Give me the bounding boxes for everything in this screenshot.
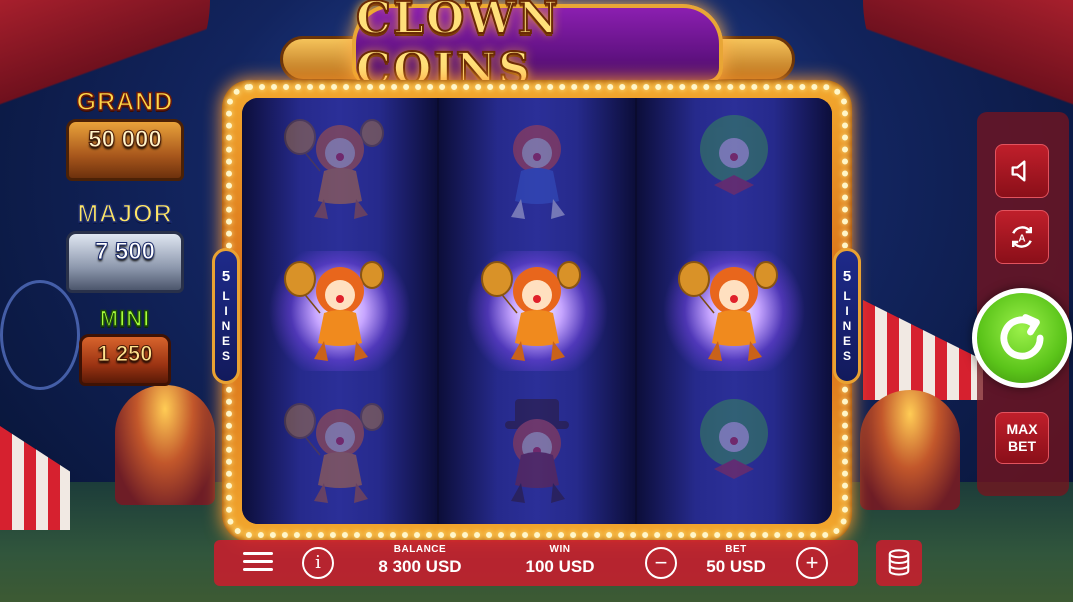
clown-top-hat-symbol bbox=[504, 399, 569, 503]
clown-green-hair-symbol bbox=[700, 115, 769, 195]
autoplay-icon: A bbox=[1012, 226, 1032, 248]
bet-label: BET bbox=[725, 544, 747, 555]
reel-column bbox=[242, 98, 440, 524]
reel-cell bbox=[637, 98, 832, 240]
menu-icon-line bbox=[243, 560, 273, 563]
menu-icon-line bbox=[243, 552, 273, 555]
paylines-word: LINES bbox=[840, 289, 854, 364]
clown-balloon-symbol bbox=[678, 261, 779, 361]
circus-tent-right bbox=[863, 300, 983, 400]
info-icon: i bbox=[315, 552, 321, 573]
reel-cell bbox=[439, 98, 634, 240]
spin-icon bbox=[1000, 314, 1044, 360]
circus-tent-left bbox=[0, 426, 70, 530]
reel-cell bbox=[242, 98, 437, 240]
jackpot-major-label: MAJOR bbox=[77, 199, 173, 229]
clown-balloon-symbol bbox=[283, 403, 384, 503]
plus-icon: + bbox=[805, 550, 819, 575]
paylines-count: 5 bbox=[842, 268, 852, 285]
win-value: 100 USD bbox=[525, 557, 595, 576]
coins-button[interactable] bbox=[876, 540, 922, 586]
paylines-count: 5 bbox=[221, 268, 231, 285]
paylines-badge-left: 5 LINES bbox=[212, 248, 240, 384]
clown-balloon-symbol bbox=[480, 261, 581, 361]
menu-button[interactable] bbox=[243, 552, 273, 574]
logo-banner: CLOWN COINS bbox=[352, 0, 723, 96]
paylines-badge-right: 5 LINES bbox=[833, 248, 861, 384]
jackpot-mini-value: 1 250 bbox=[97, 341, 153, 367]
jackpot-grand-value: 50 000 bbox=[88, 126, 162, 154]
reel-frame bbox=[222, 80, 852, 542]
treasure-chest-icon: 50 000 bbox=[66, 119, 184, 181]
increase-bet-button[interactable]: + bbox=[796, 547, 828, 579]
curtain-right bbox=[863, 0, 1073, 130]
jackpot-mini-label: MINI bbox=[99, 305, 151, 332]
bet-display: BET 50 USD bbox=[690, 544, 782, 577]
reel-cell bbox=[242, 382, 437, 524]
reel-cell bbox=[439, 240, 634, 382]
balance-display: BALANCE 8 300 USD bbox=[360, 544, 480, 577]
reel-cell bbox=[637, 382, 832, 524]
reel-column bbox=[439, 98, 637, 524]
balance-value: 8 300 USD bbox=[378, 557, 462, 576]
reel-grid[interactable] bbox=[242, 98, 832, 524]
jackpot-mini: MINI 1 250 bbox=[55, 305, 195, 386]
win-label: WIN bbox=[549, 544, 571, 555]
game-logo: CLOWN COINS bbox=[280, 0, 795, 96]
carousel-right bbox=[860, 390, 960, 510]
max-bet-label-line2: BET bbox=[1008, 438, 1036, 454]
jackpot-major-value: 7 500 bbox=[94, 238, 156, 266]
autoplay-button[interactable]: A bbox=[995, 210, 1049, 264]
carousel-left bbox=[115, 385, 215, 505]
clown-green-hair-symbol bbox=[700, 399, 769, 479]
treasure-chest-icon: 1 250 bbox=[79, 334, 171, 386]
clown-balloon-symbol bbox=[283, 119, 384, 219]
jackpot-major: MAJOR 7 500 bbox=[55, 199, 195, 293]
sound-button[interactable] bbox=[995, 144, 1049, 198]
coin-stack-icon bbox=[888, 549, 910, 576]
decrease-bet-button[interactable]: − bbox=[645, 547, 677, 579]
clown-balloon-symbol bbox=[283, 261, 384, 361]
reel-cell bbox=[439, 382, 634, 524]
bet-value: 50 USD bbox=[706, 557, 766, 576]
reel-cell bbox=[242, 240, 437, 382]
max-bet-button[interactable]: MAX BET bbox=[995, 412, 1049, 464]
menu-icon-line bbox=[243, 568, 273, 571]
jackpot-grand-label: GRAND bbox=[76, 87, 174, 117]
paylines-word: LINES bbox=[219, 289, 233, 364]
win-display: WIN 100 USD bbox=[510, 544, 610, 577]
reel-column bbox=[636, 98, 832, 524]
reel-cell bbox=[637, 240, 832, 382]
speaker-icon bbox=[1011, 160, 1026, 182]
minus-icon: − bbox=[654, 550, 668, 575]
max-bet-label-line1: MAX bbox=[1006, 421, 1038, 437]
svg-text:A: A bbox=[1018, 233, 1025, 244]
jackpot-grand: GRAND 50 000 bbox=[55, 87, 195, 181]
treasure-chest-icon: 7 500 bbox=[66, 231, 184, 293]
clown-juggler-symbol bbox=[510, 125, 565, 219]
spin-button[interactable] bbox=[972, 288, 1072, 388]
info-button[interactable]: i bbox=[302, 547, 334, 579]
balance-label: BALANCE bbox=[393, 544, 447, 555]
